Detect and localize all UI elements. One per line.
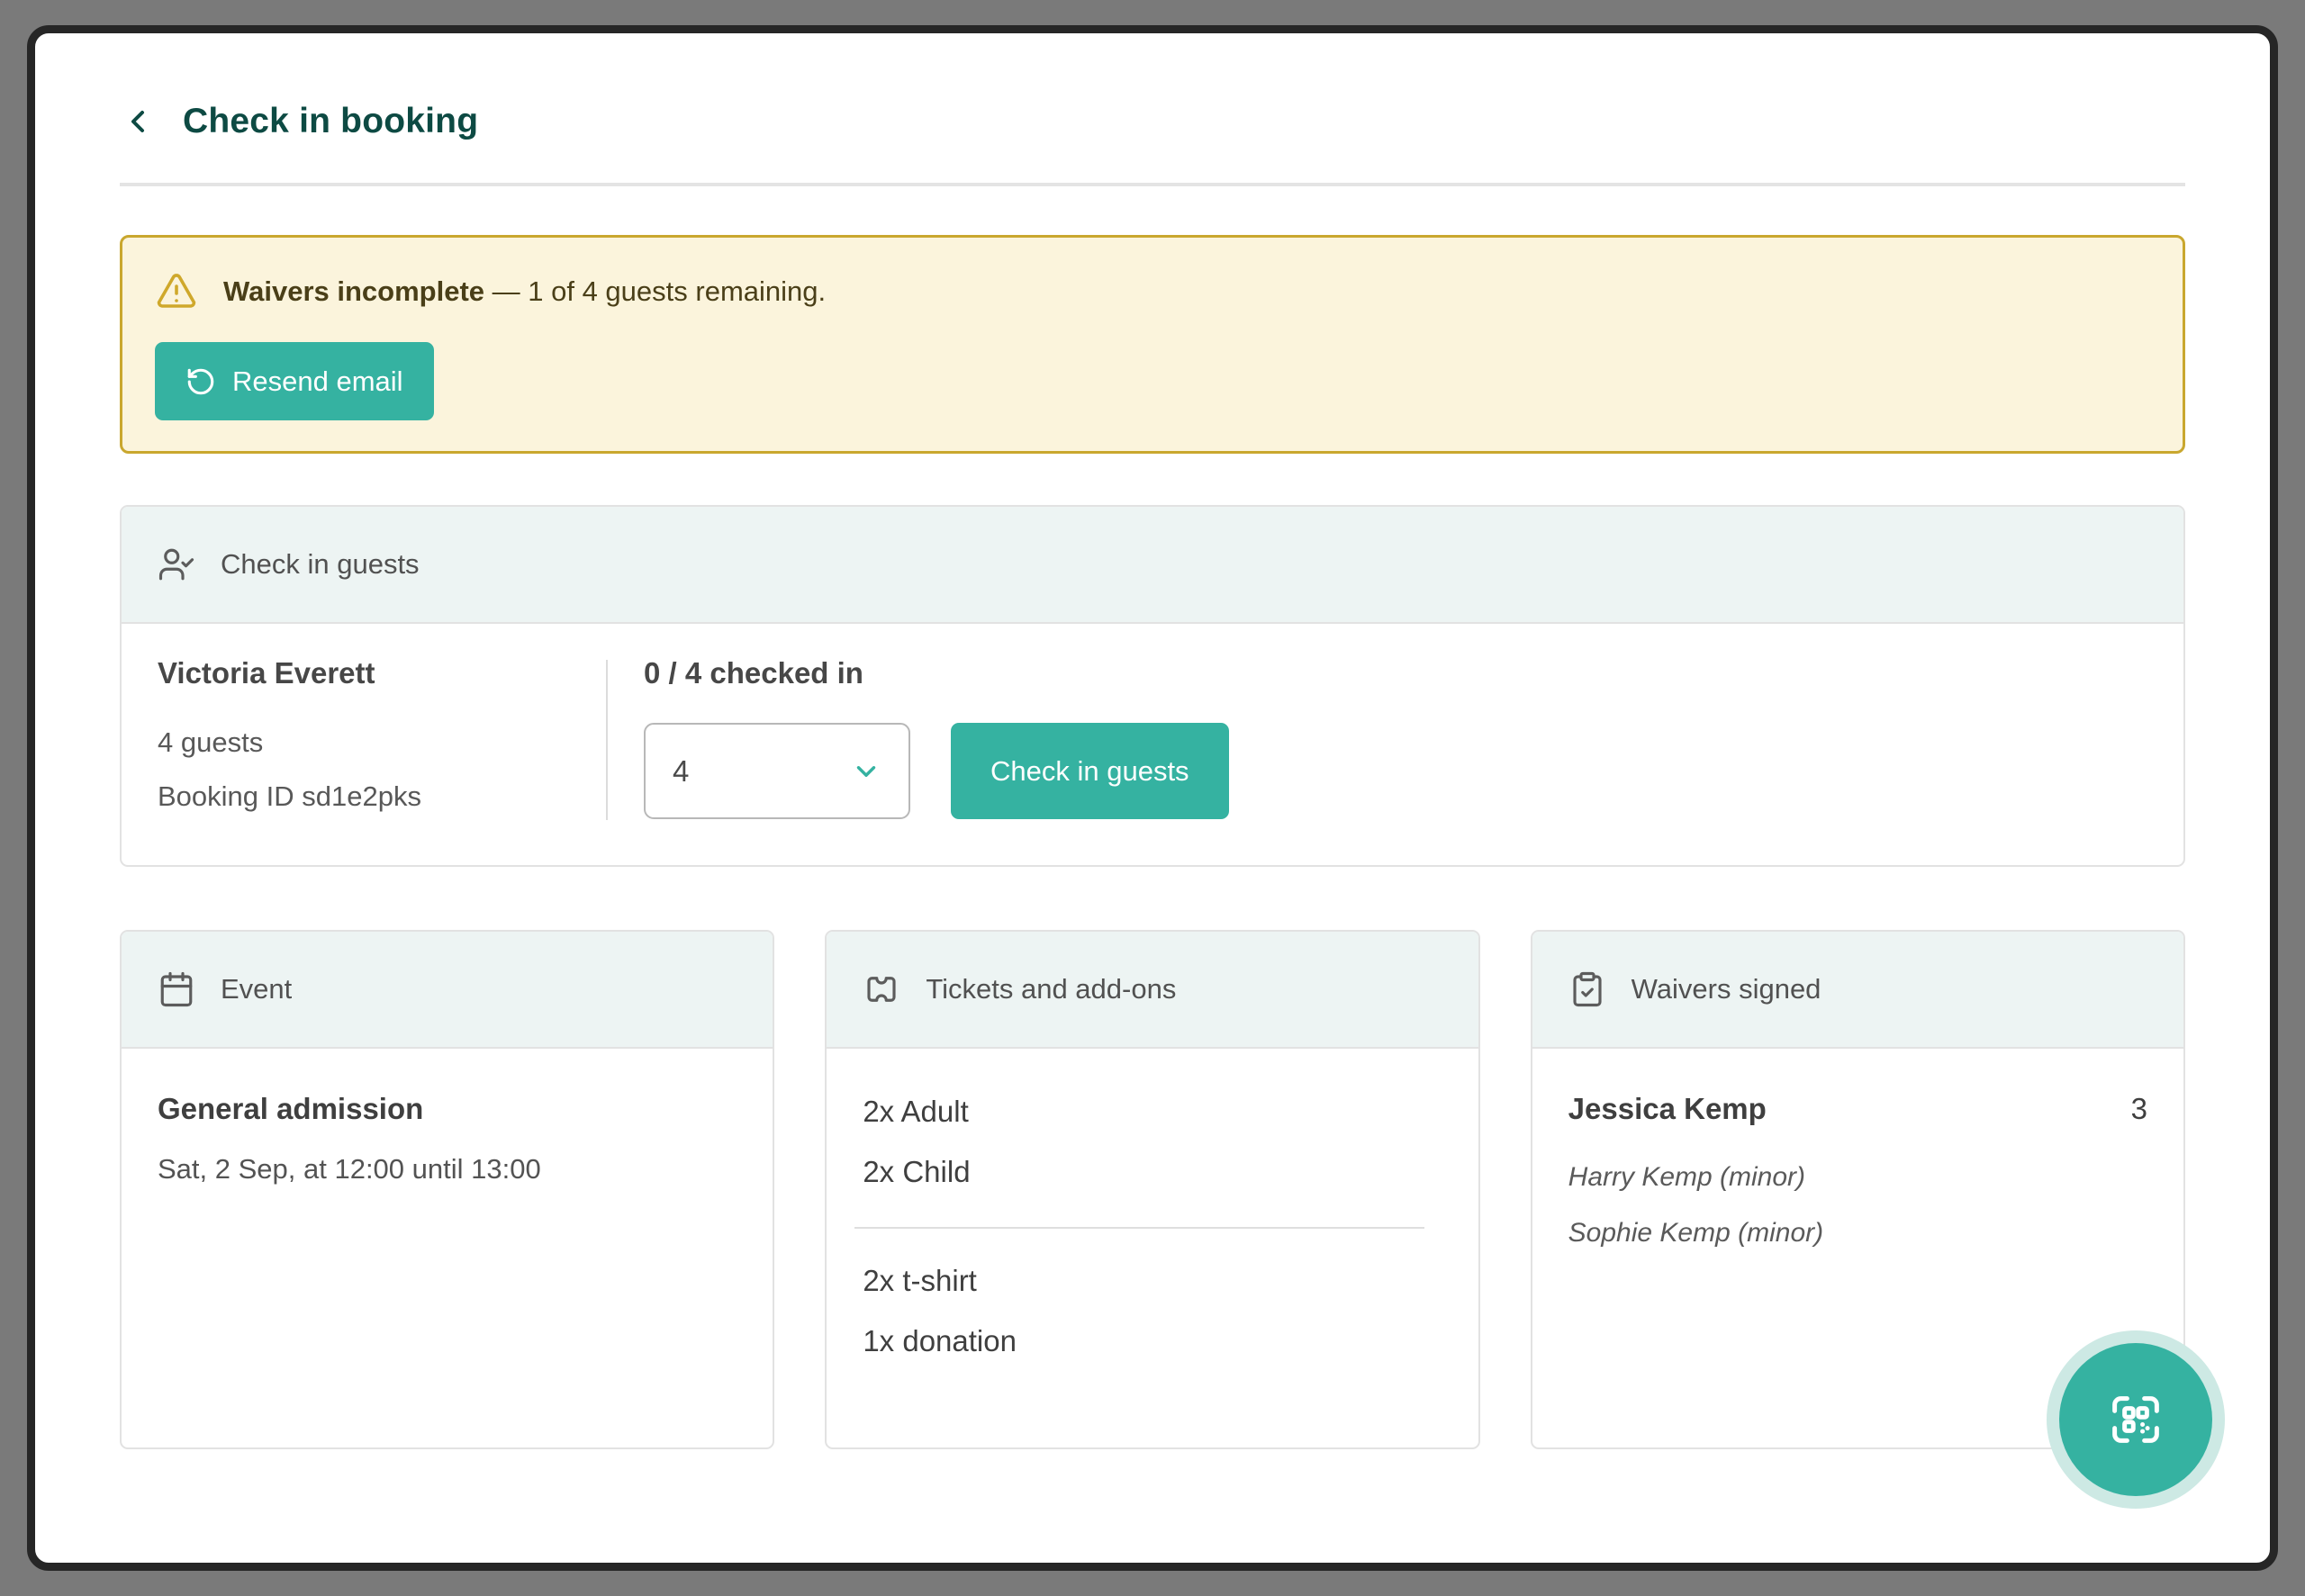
- waivers-warning-banner: Waivers incomplete — 1 of 4 guests remai…: [120, 235, 2185, 454]
- event-card-title: Event: [221, 973, 292, 1005]
- section-title: Check in guests: [221, 548, 420, 581]
- event-name: General admission: [158, 1092, 737, 1126]
- header-divider: [120, 183, 2185, 186]
- waiver-signer-name: Jessica Kemp: [1568, 1092, 1767, 1126]
- back-button[interactable]: [120, 104, 156, 140]
- check-in-controls: 0 / 4 checked in 4 Check in guests: [608, 656, 1229, 824]
- check-in-guests-label: Check in guests: [990, 755, 1189, 788]
- booking-id: Booking ID sd1e2pks: [158, 770, 606, 824]
- resend-email-label: Resend email: [232, 365, 403, 398]
- event-schedule: Sat, 2 Sep, at 12:00 until 13:00: [158, 1153, 737, 1186]
- waivers-card-title: Waivers signed: [1632, 973, 1821, 1005]
- calendar-icon: [158, 970, 195, 1008]
- tickets-card: Tickets and add-ons 2x Adult 2x Child 2x…: [825, 930, 1479, 1449]
- tickets-card-title: Tickets and add-ons: [926, 973, 1176, 1005]
- page-title: Check in booking: [183, 102, 478, 141]
- warning-triangle-icon: [155, 270, 198, 313]
- booking-summary: Victoria Everett 4 guests Booking ID sd1…: [158, 656, 606, 824]
- addon-item: 1x donation: [863, 1311, 1442, 1371]
- rotate-ccw-icon: [185, 366, 216, 397]
- clipboard-check-icon: [1568, 970, 1606, 1008]
- ticket-item: 2x Child: [863, 1141, 1442, 1202]
- warning-detail: — 1 of 4 guests remaining.: [493, 275, 826, 307]
- addons-divider: [854, 1227, 1424, 1229]
- warning-title: Waivers incomplete: [223, 275, 484, 307]
- event-card: Event General admission Sat, 2 Sep, at 1…: [120, 930, 774, 1449]
- scan-qr-button[interactable]: [2059, 1343, 2212, 1496]
- chevron-down-icon: [851, 756, 881, 787]
- waiver-count: 3: [2131, 1092, 2147, 1126]
- qr-scan-icon: [2106, 1390, 2165, 1449]
- check-in-booking-window: Check in booking Waivers incomplete — 1 …: [27, 25, 2278, 1571]
- page-header: Check in booking: [120, 102, 2185, 141]
- waivers-card-header: Waivers signed: [1532, 932, 2183, 1049]
- check-in-guests-section: Check in guests Victoria Everett 4 guest…: [120, 505, 2185, 867]
- guest-count-select[interactable]: 4: [644, 723, 910, 819]
- resend-email-button[interactable]: Resend email: [155, 342, 434, 420]
- event-card-header: Event: [122, 932, 773, 1049]
- warning-message: Waivers incomplete — 1 of 4 guests remai…: [223, 275, 826, 308]
- ticket-icon: [863, 970, 900, 1008]
- check-in-guests-body: Victoria Everett 4 guests Booking ID sd1…: [122, 624, 2183, 865]
- waiver-minor: Harry Kemp (minor): [1568, 1150, 2147, 1205]
- guest-count: 4 guests: [158, 716, 606, 770]
- ticket-item: 2x Adult: [863, 1081, 1442, 1141]
- check-in-guests-header: Check in guests: [122, 507, 2183, 624]
- chevron-left-icon: [120, 104, 156, 140]
- user-check-icon: [158, 546, 195, 583]
- guest-count-select-value: 4: [673, 754, 689, 789]
- addon-item: 2x t-shirt: [863, 1250, 1442, 1311]
- waiver-minor: Sophie Kemp (minor): [1568, 1205, 2147, 1261]
- tickets-card-header: Tickets and add-ons: [827, 932, 1478, 1049]
- booking-detail-cards: Event General admission Sat, 2 Sep, at 1…: [120, 930, 2185, 1449]
- check-in-guests-button[interactable]: Check in guests: [951, 723, 1229, 819]
- checked-in-progress: 0 / 4 checked in: [644, 656, 1229, 690]
- guest-name: Victoria Everett: [158, 656, 606, 690]
